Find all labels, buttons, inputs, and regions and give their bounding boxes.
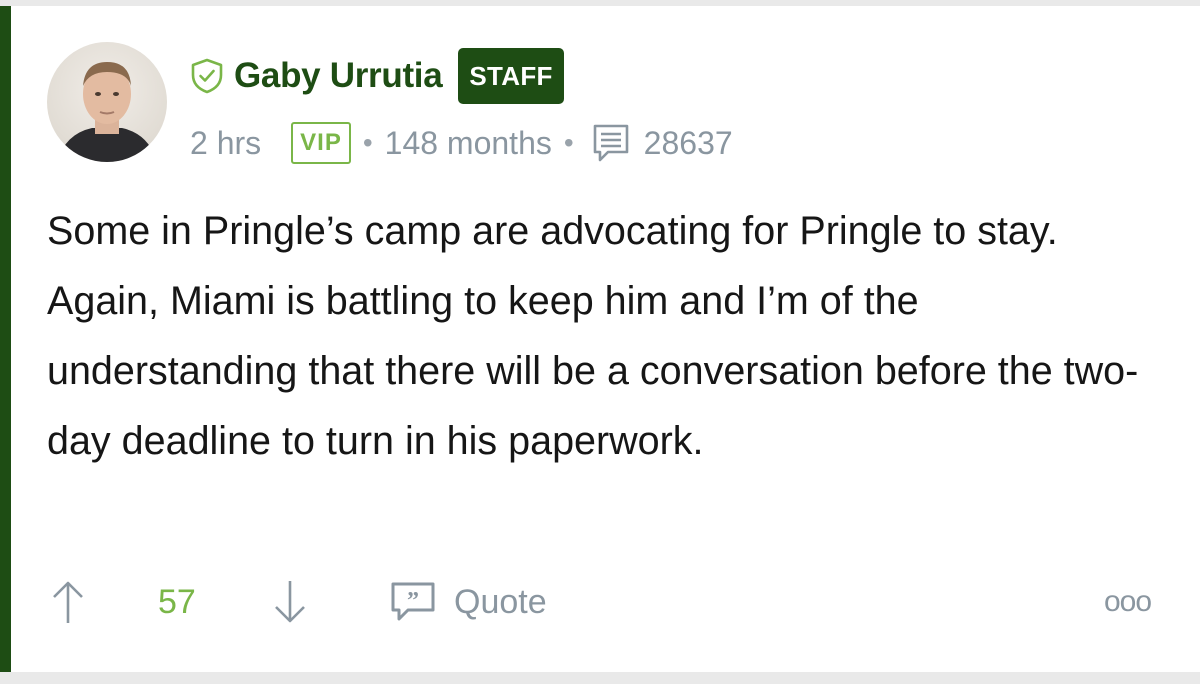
arrow-down-icon	[275, 581, 305, 623]
shield-check-icon	[190, 58, 224, 94]
quote-label: Quote	[454, 582, 547, 621]
quote-button[interactable]: ” Quote	[390, 572, 547, 632]
post-count: 28637	[643, 124, 733, 161]
vip-badge: VIP	[291, 122, 351, 164]
post-time[interactable]: 2 hrs	[190, 125, 261, 162]
svg-text:”: ”	[407, 588, 419, 614]
avatar-image	[57, 62, 157, 162]
downvote-button[interactable]	[270, 572, 310, 632]
author-name[interactable]: Gaby Urrutia	[234, 56, 443, 96]
more-options-button[interactable]: ooo	[1104, 572, 1152, 632]
upvote-button[interactable]	[48, 572, 88, 632]
author-row: Gaby Urrutia STAFF	[190, 46, 564, 106]
quote-bubble-icon: ”	[390, 581, 436, 623]
comment-lines-icon	[592, 123, 630, 163]
meta-separator: •	[563, 127, 574, 158]
post-meta: 2 hrs VIP • 148 months • 28637	[190, 118, 733, 168]
avatar[interactable]	[47, 42, 167, 162]
post-body: Some in Pringle’s camp are advocating fo…	[47, 209, 1139, 463]
vote-count: 57	[158, 582, 196, 621]
membership-duration: 148 months	[384, 124, 552, 161]
post-actions: 57 ” Quote ooo	[48, 572, 1168, 632]
staff-badge: STAFF	[458, 48, 564, 104]
post-card: Gaby Urrutia STAFF 2 hrs VIP • 148 month…	[0, 6, 1200, 672]
arrow-up-icon	[53, 581, 83, 623]
meta-separator: •	[362, 127, 373, 158]
post-accent-bar	[0, 6, 11, 672]
